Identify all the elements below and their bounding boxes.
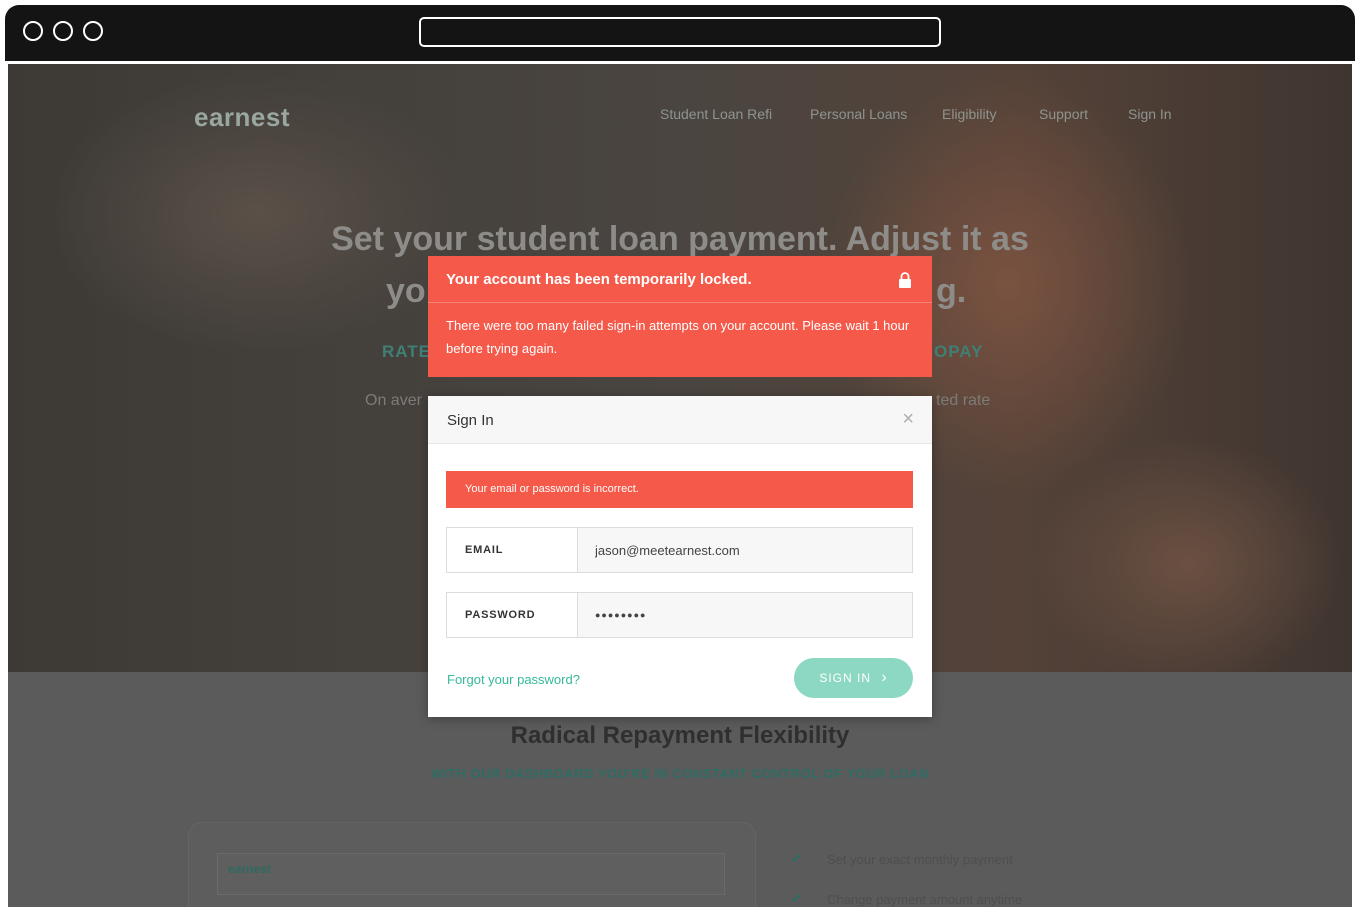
nav-personal-loans[interactable]: Personal Loans <box>810 106 907 122</box>
sign-in-button[interactable]: SIGN IN › <box>794 658 913 698</box>
email-input[interactable] <box>578 528 912 572</box>
browser-window: earnest Student Loan Refi Personal Loans… <box>0 0 1360 914</box>
page-viewport: earnest Student Loan Refi Personal Loans… <box>8 64 1352 907</box>
password-input[interactable] <box>578 593 912 637</box>
feature-item: Set your exact monthly payment <box>827 852 1013 867</box>
modal-title: Sign In <box>447 412 494 429</box>
password-field: PASSWORD <box>446 592 913 638</box>
window-maximize-button[interactable] <box>83 21 103 41</box>
dashboard-preview-bar: earnest <box>217 853 725 895</box>
section-title: Radical Repayment Flexibility <box>510 722 850 749</box>
password-label: PASSWORD <box>447 593 578 637</box>
feature-item: Change payment amount anytime <box>827 892 1023 907</box>
check-icon: ✔ <box>791 890 803 906</box>
site-logo[interactable]: earnest <box>194 102 290 133</box>
hero-title-fragment-left: yo <box>386 272 426 310</box>
hero-note-left: On aver <box>365 392 422 409</box>
login-error-message: Your email or password is incorrect. <box>446 471 913 508</box>
section-subtitle: WITH OUR DASHBOARD YOU'RE IN CONSTANT CO… <box>431 766 929 781</box>
nav-sign-in[interactable]: Sign In <box>1128 106 1172 122</box>
modal-header: Sign In × <box>428 396 932 444</box>
close-icon[interactable]: × <box>902 408 914 431</box>
email-label: EMAIL <box>447 528 578 572</box>
hero-autopay-label: OPAY <box>934 342 984 361</box>
sign-in-modal: Sign In × Your email or password is inco… <box>428 396 932 717</box>
browser-toolbar <box>5 5 1355 61</box>
alert-header: Your account has been temporarily locked… <box>428 256 932 303</box>
nav-eligibility[interactable]: Eligibility <box>942 106 996 122</box>
email-field: EMAIL <box>446 527 913 573</box>
hero-title-fragment-right: g. <box>936 272 967 310</box>
forgot-password-link[interactable]: Forgot your password? <box>447 672 580 687</box>
window-minimize-button[interactable] <box>53 21 73 41</box>
hero-rate-label: RATE <box>382 342 432 361</box>
hero-note-right: ted rate <box>936 392 991 409</box>
nav-student-loan-refi[interactable]: Student Loan Refi <box>660 106 772 122</box>
lock-icon <box>899 272 911 288</box>
nav-support[interactable]: Support <box>1039 106 1088 122</box>
chevron-right-icon: › <box>881 669 888 686</box>
alert-title: Your account has been temporarily locked… <box>446 271 752 288</box>
window-close-button[interactable] <box>23 21 43 41</box>
dashboard-logo: earnest <box>228 862 271 876</box>
dashboard-preview: earnest <box>188 822 756 907</box>
sign-in-button-label: SIGN IN <box>819 671 871 685</box>
address-bar[interactable] <box>419 17 941 47</box>
account-locked-alert: Your account has been temporarily locked… <box>428 256 932 377</box>
check-icon: ✔ <box>791 850 803 866</box>
hero-title: Set your student loan payment. Adjust it… <box>331 220 1029 258</box>
alert-message: There were too many failed sign-in attem… <box>446 318 910 356</box>
